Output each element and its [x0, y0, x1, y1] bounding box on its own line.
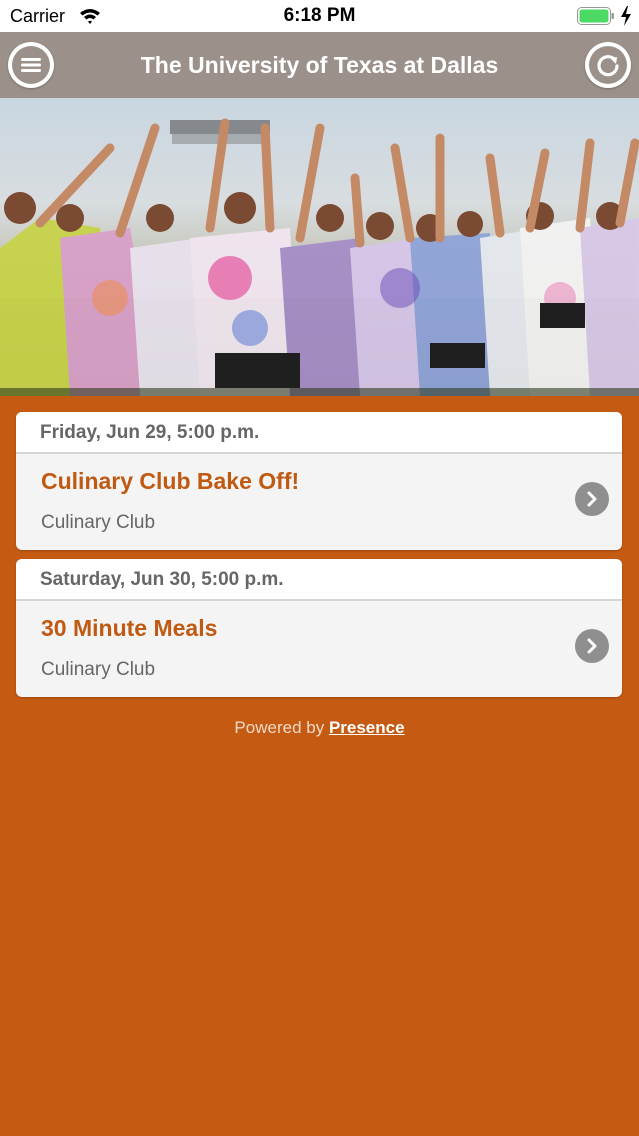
charging-icon: [621, 6, 631, 26]
hero-photo: [0, 98, 639, 396]
chevron-right-icon: [587, 491, 597, 507]
menu-button[interactable]: [8, 42, 54, 88]
event-date: Friday, Jun 29, 5:00 p.m.: [16, 412, 622, 454]
powered-by-footer: Powered by Presence: [0, 718, 639, 738]
event-organization: Culinary Club: [41, 512, 156, 533]
event-detail-button[interactable]: [575, 629, 609, 663]
chevron-right-icon: [587, 638, 597, 654]
event-organization: Culinary Club: [41, 659, 156, 680]
nav-bar: The University of Texas at Dallas: [0, 32, 639, 98]
refresh-icon: [597, 55, 619, 77]
battery-icon: [577, 7, 614, 25]
presence-link[interactable]: Presence: [329, 718, 405, 737]
event-detail-button[interactable]: [575, 482, 609, 516]
event-card[interactable]: Saturday, Jun 30, 5:00 p.m. 30 Minute Me…: [16, 559, 622, 697]
event-date: Saturday, Jun 30, 5:00 p.m.: [16, 559, 622, 601]
clock: 6:18 PM: [283, 5, 356, 26]
status-bar: Carrier 6:18 PM: [0, 0, 639, 32]
event-body[interactable]: 30 Minute Meals Culinary Club: [16, 601, 622, 697]
refresh-button[interactable]: [585, 42, 631, 88]
powered-by-label: Powered by: [234, 718, 325, 737]
event-title[interactable]: Culinary Club Bake Off!: [41, 468, 299, 495]
event-title[interactable]: 30 Minute Meals: [41, 615, 217, 642]
menu-icon: [21, 58, 41, 72]
event-card[interactable]: Friday, Jun 29, 5:00 p.m. Culinary Club …: [16, 412, 622, 550]
page-title: The University of Texas at Dallas: [140, 52, 499, 78]
event-body[interactable]: Culinary Club Bake Off! Culinary Club: [16, 454, 622, 550]
crowd-illustration: [0, 118, 639, 396]
